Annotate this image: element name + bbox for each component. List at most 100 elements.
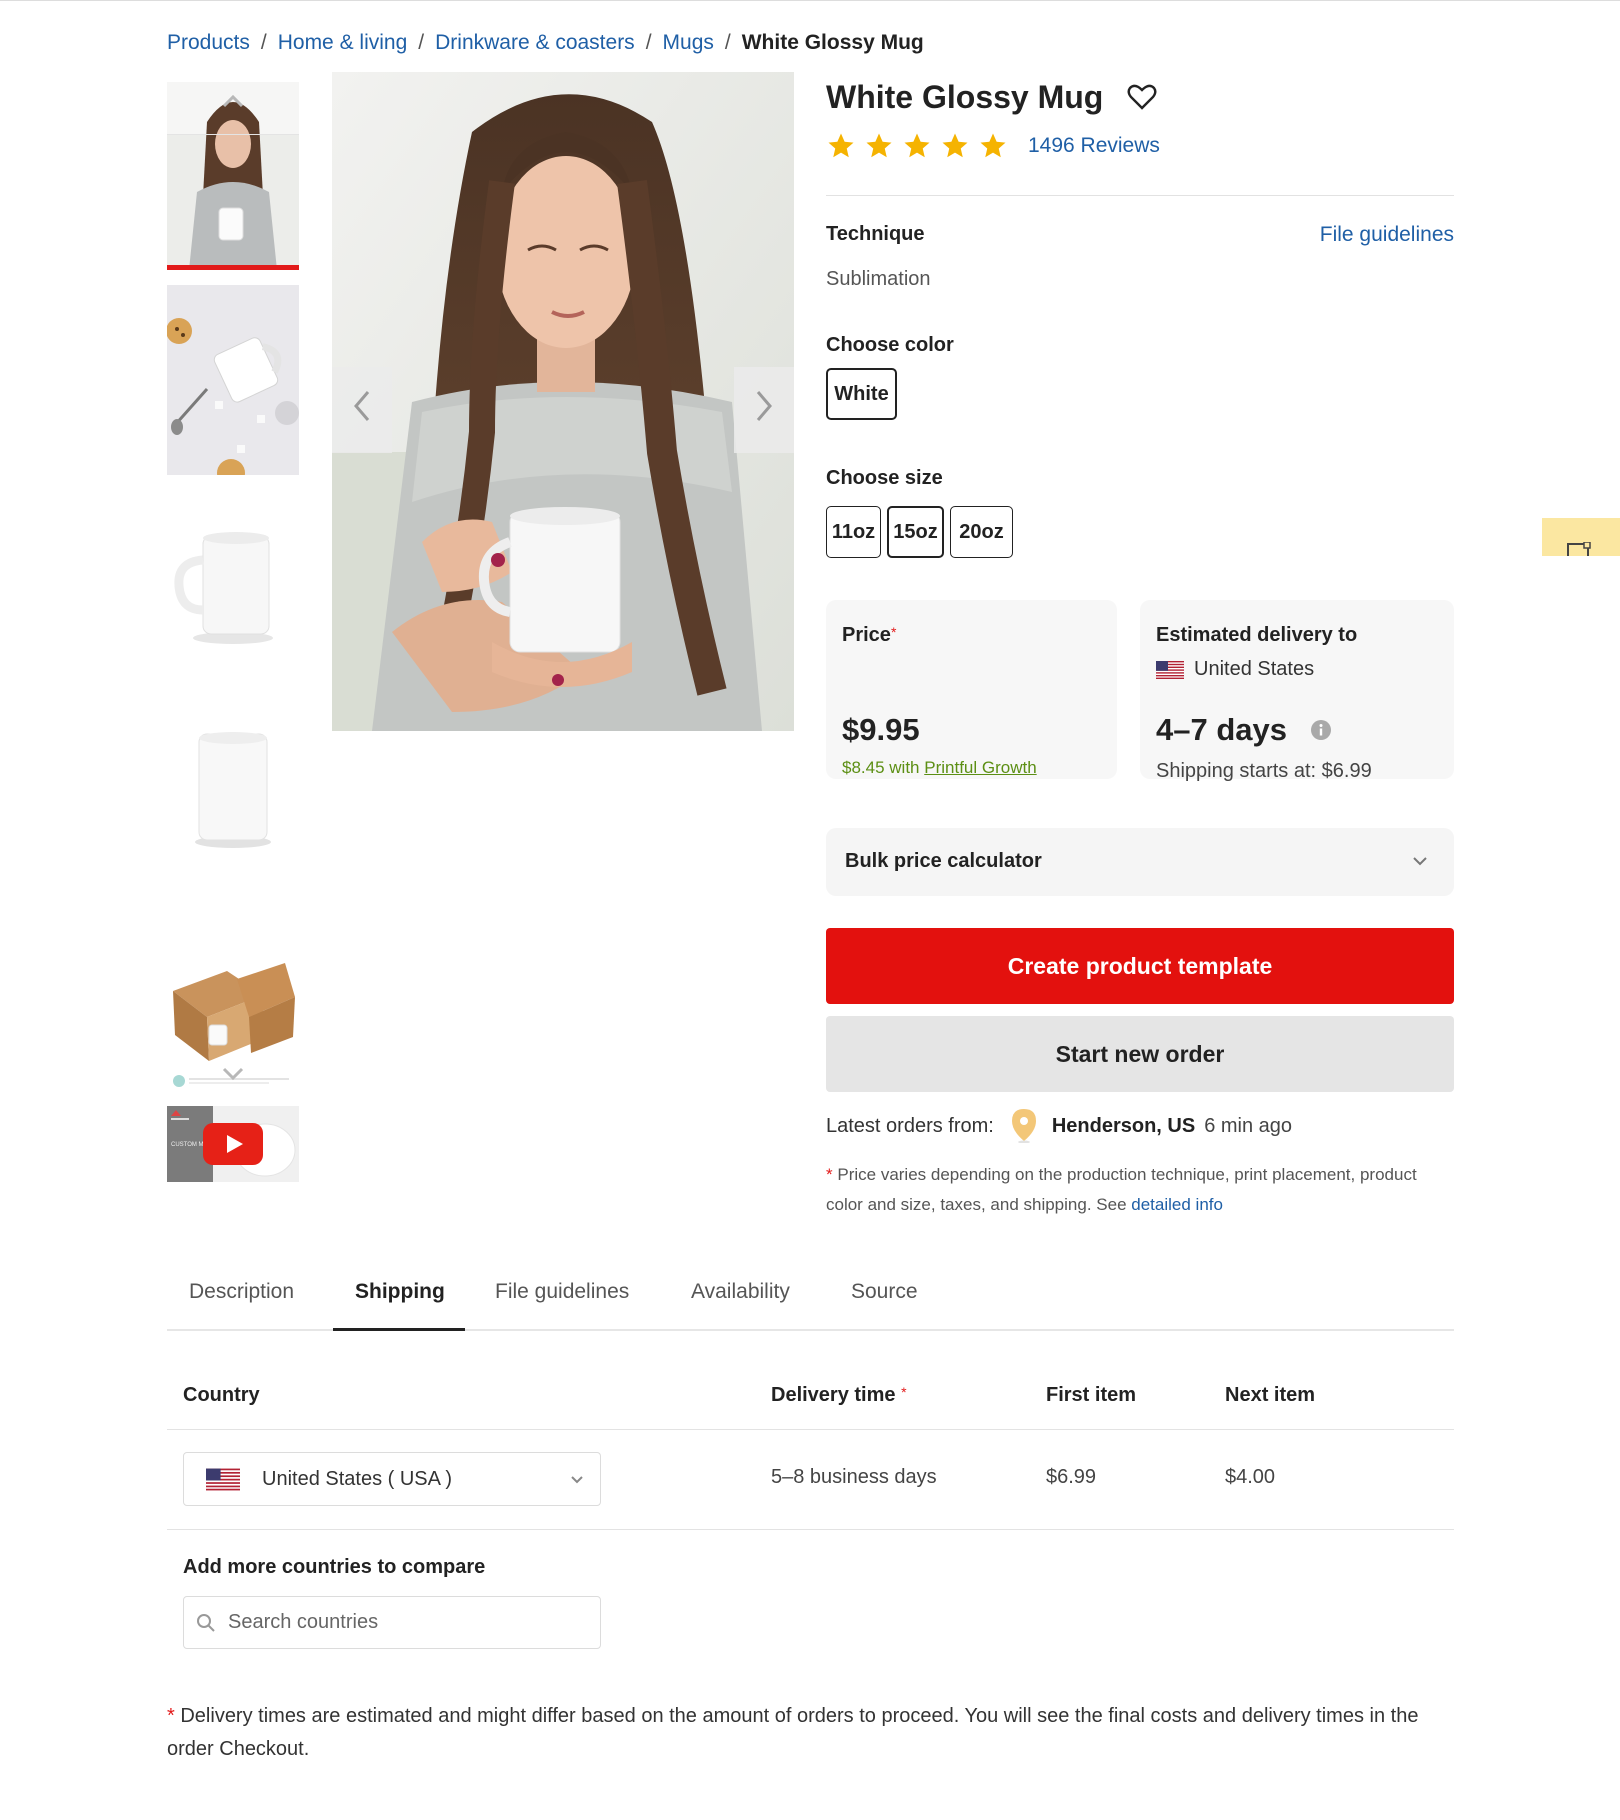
breadcrumb-separator: / bbox=[645, 31, 652, 54]
feedback-widget[interactable] bbox=[1542, 518, 1620, 556]
latest-orders: Latest orders from: Henderson, US 6 min … bbox=[826, 1106, 1292, 1146]
required-mark: * bbox=[901, 1384, 907, 1400]
size-option-20oz[interactable]: 20oz bbox=[950, 506, 1013, 558]
top-border bbox=[0, 0, 1620, 1]
delivery-card: Estimated delivery to United States 4–7 … bbox=[1140, 600, 1454, 782]
color-option-white[interactable]: White bbox=[826, 368, 897, 420]
tab-shipping[interactable]: Shipping bbox=[355, 1280, 445, 1304]
us-flag-icon bbox=[206, 1468, 240, 1490]
thumbnail-packaging[interactable] bbox=[167, 899, 299, 1089]
delivery-label: Estimated delivery to bbox=[1156, 624, 1358, 646]
flatlay-thumbnail-image bbox=[167, 285, 299, 475]
delivery-time-value: 5–8 business days bbox=[771, 1466, 937, 1488]
divider bbox=[826, 195, 1454, 196]
delivery-days-value: 4–7 days bbox=[1156, 712, 1287, 747]
active-thumbnail-indicator bbox=[167, 265, 299, 270]
start-new-order-button[interactable]: Start new order bbox=[826, 1016, 1454, 1092]
shipping-starts: Shipping starts at: $6.99 bbox=[1156, 760, 1372, 782]
bulk-price-calculator-label: Bulk price calculator bbox=[845, 850, 1042, 872]
main-product-image bbox=[332, 72, 794, 731]
breadcrumb-link-drinkware[interactable]: Drinkware & coasters bbox=[435, 31, 635, 55]
previous-image-button[interactable] bbox=[332, 367, 392, 453]
required-mark: * bbox=[890, 624, 897, 640]
choose-size-label: Choose size bbox=[826, 467, 943, 489]
size-option-11oz[interactable]: 11oz bbox=[826, 506, 881, 558]
thumbnail-mug-front[interactable] bbox=[167, 694, 299, 884]
thumbnail-flatlay-photo[interactable] bbox=[167, 285, 299, 475]
thumbnail-mug-side[interactable] bbox=[167, 490, 299, 680]
price-footnote: * Price varies depending on the producti… bbox=[826, 1160, 1454, 1220]
delivery-days: 4–7 days bbox=[1156, 712, 1331, 748]
active-tab-indicator bbox=[333, 1328, 465, 1331]
next-item-value: $4.00 bbox=[1225, 1466, 1276, 1488]
size-option-15oz[interactable]: 15oz bbox=[887, 506, 944, 558]
search-countries-input[interactable] bbox=[226, 1610, 590, 1635]
chevron-down-icon bbox=[571, 1476, 583, 1484]
thumbnail-video[interactable]: CUSTOM MUG bbox=[167, 1106, 299, 1182]
delivery-country-name: United States bbox=[1194, 658, 1315, 680]
info-icon[interactable] bbox=[1311, 720, 1331, 740]
product-tabs: Description Shipping File guidelines Ava… bbox=[167, 1266, 1454, 1331]
breadcrumb-separator: / bbox=[724, 31, 731, 54]
thumbnail-model-photo[interactable] bbox=[167, 82, 299, 270]
file-guidelines-link[interactable]: File guidelines bbox=[1320, 223, 1454, 247]
youtube-play-icon[interactable] bbox=[203, 1123, 263, 1165]
column-header-next-item: Next item bbox=[1225, 1384, 1316, 1406]
breadcrumb-separator: / bbox=[260, 31, 267, 54]
rating-row: 1496 Reviews bbox=[826, 126, 1160, 166]
chevron-left-icon bbox=[354, 391, 370, 421]
country-select[interactable]: United States ( USA ) bbox=[183, 1452, 601, 1506]
thumbnail-scroll-down-icon[interactable] bbox=[219, 1059, 247, 1087]
country-select-value: United States ( USA ) bbox=[262, 1467, 453, 1490]
price-value: $9.95 bbox=[842, 712, 920, 747]
heart-icon[interactable] bbox=[1127, 83, 1157, 111]
star-icon bbox=[942, 133, 968, 158]
column-header-first-item: First item bbox=[1046, 1384, 1137, 1406]
breadcrumb-link-home-living[interactable]: Home & living bbox=[278, 31, 408, 55]
required-mark: * bbox=[826, 1165, 833, 1184]
latest-orders-label: Latest orders from: bbox=[826, 1114, 994, 1137]
star-icon bbox=[904, 133, 930, 158]
technique-value: Sublimation bbox=[826, 268, 931, 290]
star-icon bbox=[866, 133, 892, 158]
country-search-box bbox=[183, 1596, 601, 1649]
message-icon bbox=[1567, 542, 1591, 556]
tab-source[interactable]: Source bbox=[851, 1280, 918, 1304]
reviews-link[interactable]: 1496 Reviews bbox=[1028, 134, 1160, 158]
price-card: Price* $9.95 $8.45 with Printful Growth bbox=[826, 600, 1117, 779]
tab-file-guidelines[interactable]: File guidelines bbox=[495, 1280, 629, 1304]
tab-description[interactable]: Description bbox=[189, 1280, 294, 1304]
chevron-right-icon bbox=[756, 391, 772, 421]
breadcrumb-link-products[interactable]: Products bbox=[167, 31, 250, 55]
growth-price-text: $8.45 with bbox=[842, 758, 920, 777]
table-divider bbox=[167, 1429, 1454, 1430]
printful-growth-link[interactable]: Printful Growth bbox=[924, 758, 1036, 777]
tab-availability[interactable]: Availability bbox=[691, 1280, 790, 1304]
add-countries-label: Add more countries to compare bbox=[183, 1556, 486, 1578]
delivery-footnote-text: Delivery times are estimated and might d… bbox=[167, 1705, 1419, 1760]
price-footnote-text: Price varies depending on the production… bbox=[826, 1165, 1417, 1214]
breadcrumb-link-mugs[interactable]: Mugs bbox=[663, 31, 714, 55]
mug-front-thumbnail-image bbox=[167, 694, 299, 884]
next-image-button[interactable] bbox=[734, 367, 794, 453]
product-title: White Glossy Mug bbox=[826, 78, 1104, 115]
column-header-country: Country bbox=[183, 1384, 260, 1406]
latest-order-city: Henderson, US bbox=[1051, 1114, 1196, 1137]
star-icon bbox=[828, 133, 854, 158]
delivery-country[interactable]: United States bbox=[1156, 658, 1314, 681]
required-mark: * bbox=[167, 1705, 175, 1727]
us-flag-icon bbox=[1156, 660, 1184, 679]
technique-label: Technique bbox=[826, 223, 925, 245]
bulk-price-calculator[interactable]: Bulk price calculator bbox=[826, 828, 1454, 896]
mug-side-thumbnail-image bbox=[167, 490, 299, 680]
first-item-value: $6.99 bbox=[1046, 1466, 1097, 1488]
thumbnail-scroll-up-icon[interactable] bbox=[219, 86, 247, 114]
detailed-info-link[interactable]: detailed info bbox=[1131, 1195, 1223, 1214]
create-product-template-button[interactable]: Create product template bbox=[826, 928, 1454, 1004]
price-label: Price* bbox=[842, 624, 897, 646]
latest-order-time: 6 min ago bbox=[1204, 1114, 1293, 1137]
breadcrumb-current: White Glossy Mug bbox=[741, 31, 924, 54]
table-divider bbox=[167, 1529, 1454, 1530]
choose-color-label: Choose color bbox=[826, 334, 954, 356]
chevron-down-icon bbox=[1413, 857, 1427, 866]
